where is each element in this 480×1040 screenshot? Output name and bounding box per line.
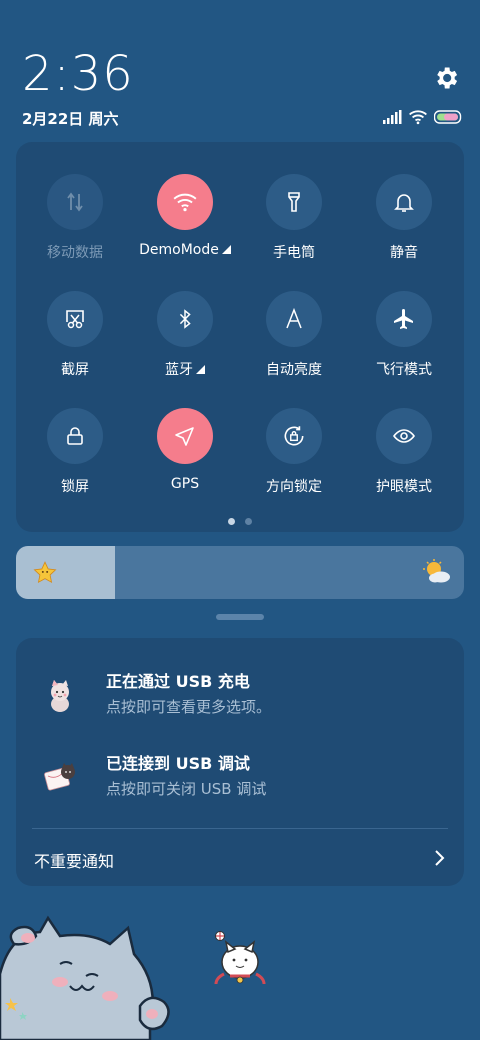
tile-wifi[interactable]: DemoMode <box>130 174 240 274</box>
tile-bluetooth[interactable]: 蓝牙 <box>130 291 240 391</box>
gear-icon[interactable] <box>432 64 460 92</box>
mobile-data-icon <box>47 174 103 230</box>
auto-brightness-icon <box>266 291 322 347</box>
cat-sticker-icon <box>51 680 69 712</box>
notification-title: 正在通过 USB 充电 <box>106 672 250 691</box>
rotation-lock-icon <box>266 408 322 464</box>
tile-label: 截屏 <box>61 362 89 378</box>
tile-gps[interactable]: GPS <box>130 408 240 508</box>
tile-flashlight[interactable]: 手电筒 <box>239 174 349 274</box>
bell-icon <box>376 174 432 230</box>
tile-eye-care[interactable]: 护眼模式 <box>349 408 459 508</box>
tile-screenshot[interactable]: 截屏 <box>20 291 130 391</box>
star-icon <box>33 561 57 584</box>
chevron-right-icon[interactable] <box>432 848 448 868</box>
tile-auto-brightness[interactable]: 自动亮度 <box>239 291 349 391</box>
tile-airplane[interactable]: 飞行模式 <box>349 291 459 391</box>
notification-title: 已连接到 USB 调试 <box>106 754 250 773</box>
tile-label: 手电筒 <box>273 245 315 261</box>
tile-label: 方向锁定 <box>266 479 322 495</box>
tile-label: 静音 <box>390 245 418 261</box>
wifi-icon <box>157 174 213 230</box>
bluetooth-icon <box>157 291 213 347</box>
notification-panel: 正在通过 USB 充电 点按即可查看更多选项。 已连接到 USB 调试 点按即可… <box>16 638 464 886</box>
tile-label: 自动亮度 <box>266 362 322 378</box>
tile-label: 蓝牙 <box>165 362 193 378</box>
tile-lock-screen[interactable]: 锁屏 <box>20 408 130 508</box>
brightness-fill <box>16 546 115 599</box>
cat-sticker-illustration <box>214 931 266 985</box>
sun-cloud-icon <box>423 559 450 583</box>
tile-label: 飞行模式 <box>376 362 432 378</box>
quick-settings-panel: 移动数据 DemoMode 手电筒 静音 截屏 蓝牙 自动亮度 飞行模式 锁屏 … <box>16 142 464 532</box>
page-dot[interactable] <box>245 518 252 525</box>
clock[interactable]: 2:36 <box>22 46 134 102</box>
tile-rotation-lock[interactable]: 方向锁定 <box>239 408 349 508</box>
tile-label: 护眼模式 <box>376 479 432 495</box>
date[interactable]: 2月22日 周六 <box>22 108 119 129</box>
notification-usb-charging[interactable]: 正在通过 USB 充电 点按即可查看更多选项。 <box>32 668 452 724</box>
status-bar-icons <box>382 108 462 126</box>
brightness-slider[interactable] <box>16 546 464 599</box>
expand-corner-icon <box>196 365 205 374</box>
flashlight-icon <box>266 174 322 230</box>
tile-mute[interactable]: 静音 <box>349 174 459 274</box>
unimportant-notifications-link[interactable]: 不重要通知 <box>34 848 114 872</box>
eye-icon <box>376 408 432 464</box>
divider <box>32 828 448 829</box>
wifi-status-icon <box>409 110 427 125</box>
notification-subtitle: 点按即可查看更多选项。 <box>106 698 272 716</box>
tile-label: 锁屏 <box>61 479 89 495</box>
tile-label: 移动数据 <box>47 245 103 261</box>
tile-label: GPS <box>170 476 200 492</box>
page-indicator <box>16 518 464 525</box>
lock-icon <box>47 408 103 464</box>
location-icon <box>157 408 213 464</box>
notification-subtitle: 点按即可关闭 USB 调试 <box>106 780 267 798</box>
screenshot-icon <box>47 291 103 347</box>
notification-usb-debugging[interactable]: 已连接到 USB 调试 点按即可关闭 USB 调试 <box>32 750 452 806</box>
expand-corner-icon <box>221 245 231 254</box>
signal-icon <box>383 110 402 124</box>
battery-icon <box>434 110 462 124</box>
cat-letter-icon <box>44 763 75 791</box>
tile-label: DemoMode <box>139 242 219 258</box>
cat-wallpaper-illustration <box>0 915 170 1040</box>
page-dot-active[interactable] <box>228 518 235 525</box>
drag-handle[interactable] <box>216 614 264 620</box>
tile-mobile-data[interactable]: 移动数据 <box>20 174 130 274</box>
airplane-icon <box>376 291 432 347</box>
